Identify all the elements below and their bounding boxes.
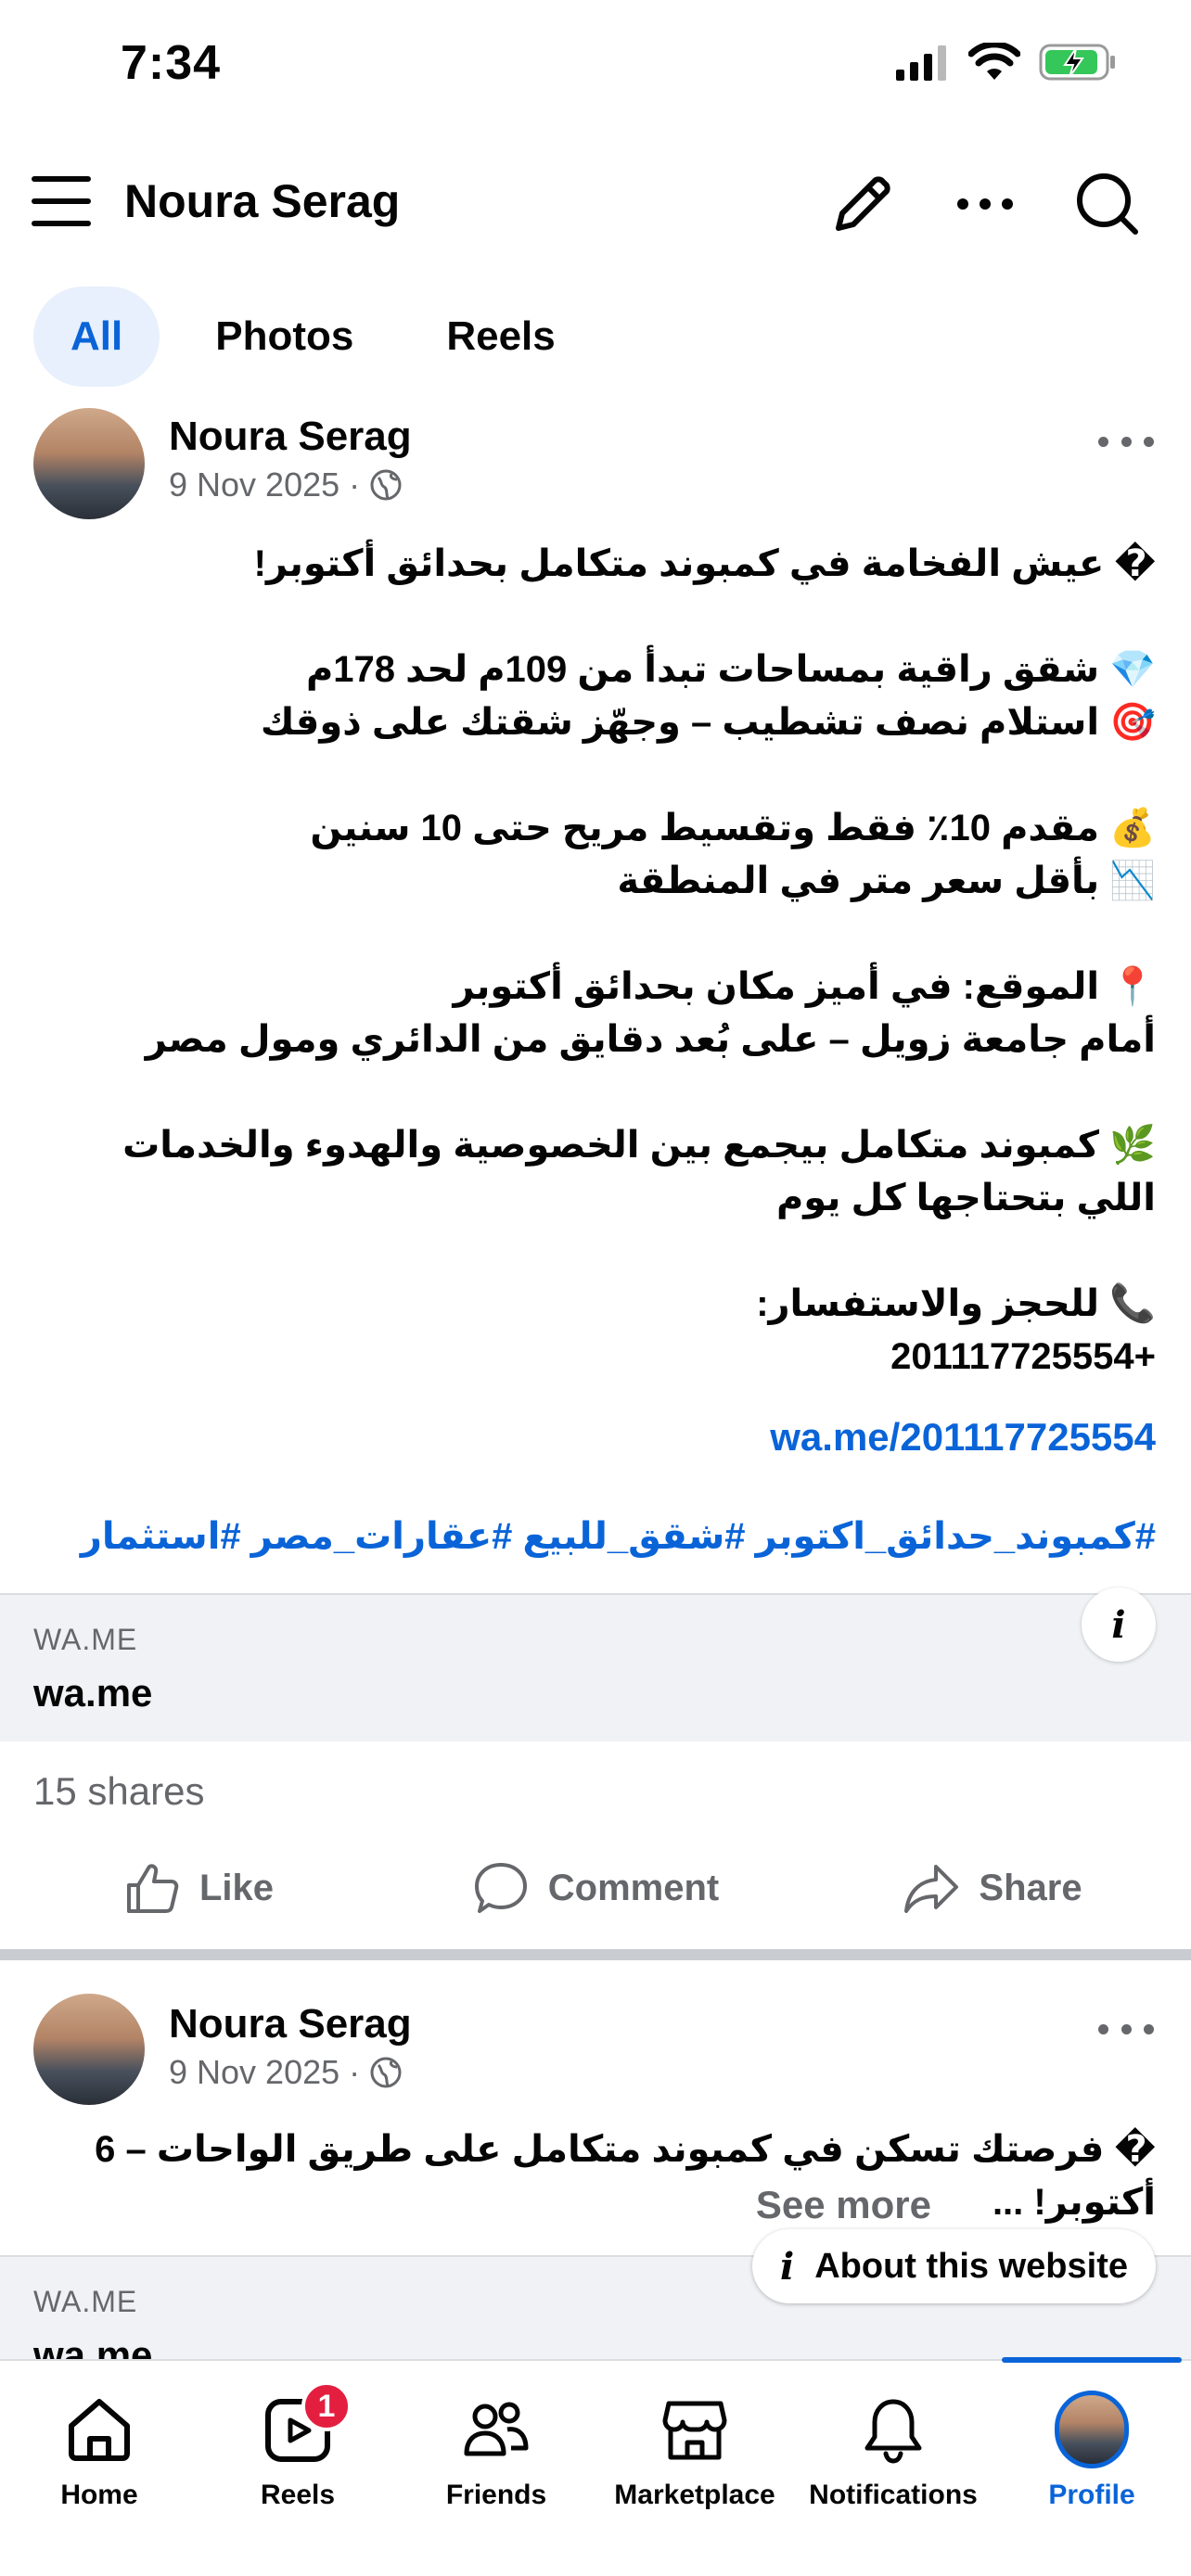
info-icon: i	[1111, 1602, 1126, 1647]
post-card: Noura Serag 9 Nov 2025 · � عيش الفخامة ف…	[0, 408, 1191, 1947]
post-card: Noura Serag 9 Nov 2025 · � فرصتك تسكن في…	[0, 1994, 1191, 2359]
link-title: wa.me	[33, 1671, 153, 1715]
nav-label: Notifications	[809, 2480, 978, 2510]
post-author[interactable]: Noura Serag	[169, 414, 412, 460]
nav-friends[interactable]: Friends	[397, 2361, 596, 2576]
battery-charging-icon	[1039, 44, 1115, 81]
status-icons	[894, 43, 1117, 82]
friends-icon	[464, 2402, 529, 2456]
link-title: wa.me	[33, 2333, 153, 2359]
post-more-button[interactable]	[1098, 2020, 1154, 2038]
cellular-signal-icon	[896, 45, 946, 81]
edit-button[interactable]	[826, 167, 900, 241]
comment-icon	[474, 1863, 527, 1913]
link-info-button[interactable]: i	[1082, 1588, 1156, 1662]
post-meta: 9 Nov 2025 ·	[169, 2053, 403, 2092]
tab-reels[interactable]: Reels	[409, 287, 592, 387]
search-icon	[1077, 173, 1138, 235]
post-meta: 9 Nov 2025 ·	[169, 465, 403, 504]
notification-badge: 1	[301, 2381, 352, 2431]
about-website-button[interactable]: i About this website	[752, 2229, 1156, 2303]
author-avatar[interactable]	[33, 408, 145, 519]
nav-notifications[interactable]: Notifications	[794, 2361, 992, 2576]
share-button[interactable]: Share	[794, 1842, 1191, 1934]
page-title: Noura Serag	[124, 175, 401, 227]
link-domain: WA.ME	[33, 2285, 138, 2318]
share-icon	[904, 1865, 959, 1913]
see-more-link[interactable]: See more	[756, 2183, 931, 2227]
post-date[interactable]: 9 Nov 2025	[169, 2053, 339, 2092]
bottom-navigation: Home 1 Reels Friends Marketplace Notific…	[0, 2357, 1191, 2576]
search-button[interactable]	[1070, 167, 1145, 241]
post-date[interactable]: 9 Nov 2025	[169, 465, 339, 504]
home-icon	[69, 2399, 130, 2461]
comment-label: Comment	[547, 1867, 720, 1908]
filter-tabs: All Photos Reels	[33, 286, 611, 388]
tab-photos[interactable]: Photos	[178, 287, 391, 387]
post-actions: Like Comment Share	[0, 1842, 1191, 1934]
marketplace-icon	[662, 2401, 727, 2460]
nav-label: Friends	[445, 2480, 547, 2510]
post-more-button[interactable]	[1098, 432, 1154, 451]
link-preview-card[interactable]: WA.ME wa.me i	[0, 1588, 1191, 1741]
like-label: Like	[198, 1867, 275, 1908]
meta-separator: ·	[349, 465, 361, 504]
author-avatar[interactable]	[33, 1994, 145, 2105]
comment-button[interactable]: Comment	[397, 1842, 794, 1934]
nav-profile[interactable]: Profile	[992, 2357, 1191, 2576]
more-horizontal-icon	[957, 198, 1013, 210]
like-icon	[126, 1864, 179, 1913]
nav-label: Marketplace	[614, 2480, 775, 2510]
status-time: 7:34	[121, 36, 222, 90]
post-text: � عيش الفخامة في كمبوند متكامل بحدائق أك…	[122, 543, 1156, 1377]
globe-icon	[370, 469, 402, 501]
link-domain: WA.ME	[33, 1623, 138, 1656]
nav-marketplace[interactable]: Marketplace	[596, 2361, 794, 2576]
post-hashtags[interactable]: #كمبوند_حدائق_اكتوبر #شقق_للبيع #عقارات_…	[81, 1515, 1156, 1558]
post-text: � فرصتك تسكن في كمبوند متكامل على طريق ا…	[95, 2129, 1156, 2223]
more-options-button[interactable]	[948, 167, 1022, 241]
menu-button[interactable]	[32, 176, 91, 232]
bell-icon	[864, 2399, 922, 2464]
shares-count[interactable]: 15 shares	[33, 1769, 204, 1814]
nav-label: Reels	[260, 2480, 336, 2510]
like-button[interactable]: Like	[0, 1842, 397, 1934]
post-separator	[0, 1949, 1191, 1960]
profile-avatar	[1055, 2391, 1129, 2468]
tab-all[interactable]: All	[33, 287, 160, 387]
pencil-icon	[836, 176, 890, 231]
nav-label: Profile	[1048, 2480, 1135, 2510]
about-website-label: About this website	[814, 2246, 1128, 2286]
info-icon: i	[780, 2244, 795, 2289]
globe-icon	[370, 2057, 402, 2088]
status-bar: 7:34	[0, 0, 1191, 130]
active-tab-indicator	[1002, 2357, 1182, 2363]
profile-header: Noura Serag	[0, 148, 1191, 260]
nav-home[interactable]: Home	[0, 2361, 198, 2576]
wifi-icon	[968, 43, 1020, 80]
post-author[interactable]: Noura Serag	[169, 2001, 412, 2047]
nav-reels[interactable]: 1 Reels	[198, 2361, 397, 2576]
share-label: Share	[979, 1867, 1082, 1908]
nav-label: Home	[60, 2480, 138, 2510]
post-link[interactable]: wa.me/201117725554	[770, 1415, 1156, 1460]
meta-separator: ·	[349, 2053, 361, 2091]
